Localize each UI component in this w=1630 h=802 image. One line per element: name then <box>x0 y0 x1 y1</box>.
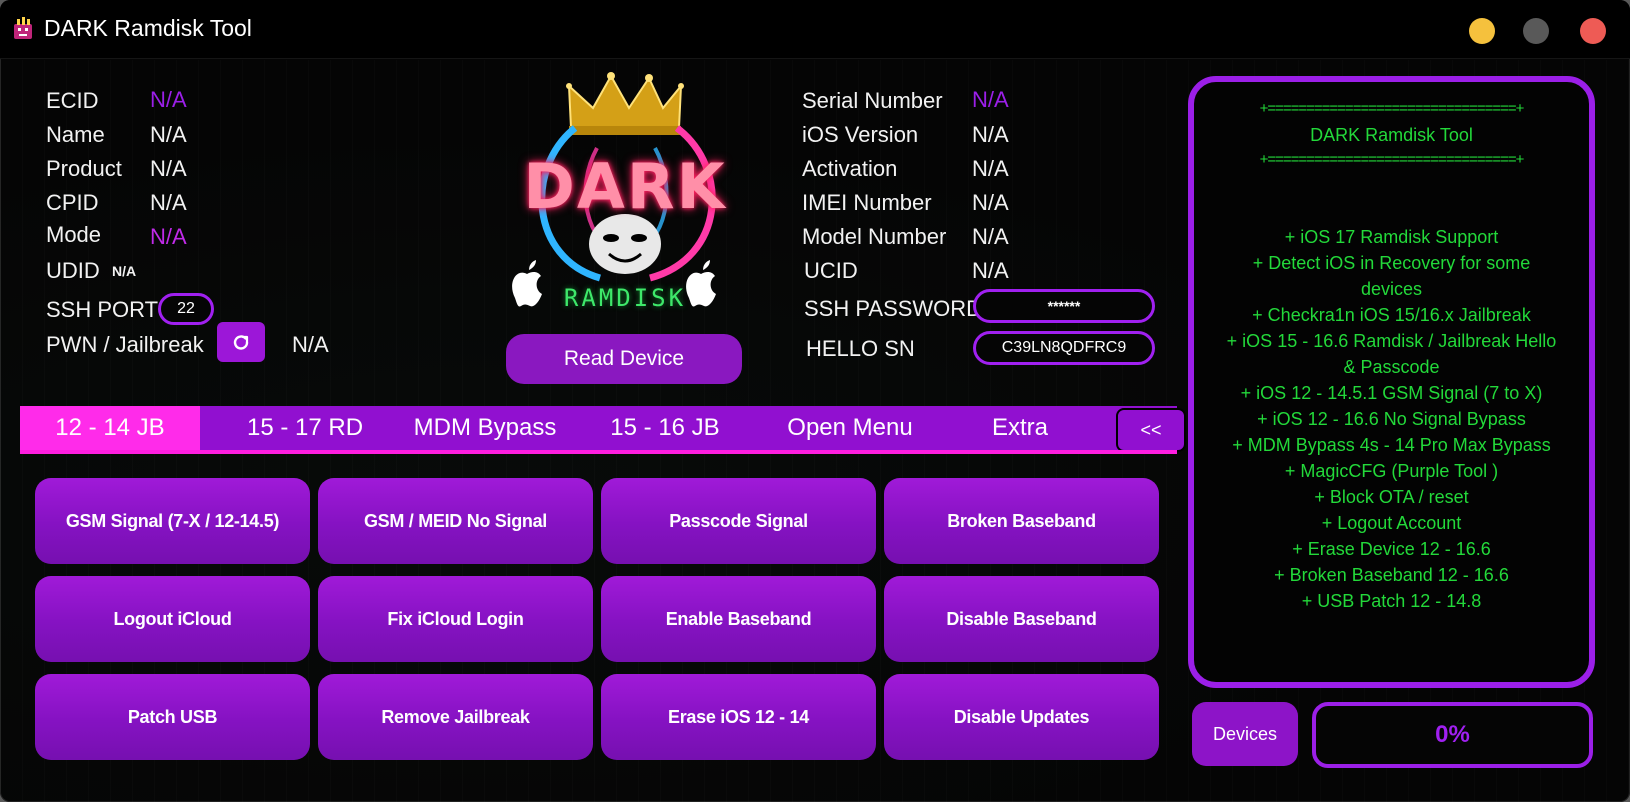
serial-number-value: N/A <box>972 87 1009 112</box>
ucid-label: UCID <box>804 258 858 283</box>
udid-value: N/A <box>112 263 137 279</box>
read-device-button[interactable]: Read Device <box>506 334 742 384</box>
ecid-label: ECID <box>46 88 99 113</box>
log-line: + Erase Device 12 - 16.6 <box>1292 539 1491 559</box>
product-label: Product <box>46 156 122 181</box>
log-title: DARK Ramdisk Tool <box>1310 125 1473 145</box>
model-number-value: N/A <box>972 224 1009 249</box>
product-value: N/A <box>150 156 187 181</box>
ucid-value: N/A <box>972 258 1009 283</box>
tab-underline <box>20 450 1177 454</box>
crown-icon <box>566 72 684 135</box>
ssh-port-label: SSH PORT <box>46 297 159 322</box>
udid-label: UDID <box>46 258 100 283</box>
ios-version-value: N/A <box>972 122 1009 147</box>
pwn-jailbreak-value: N/A <box>292 332 329 357</box>
logo: DARK RAMDISK <box>505 68 745 326</box>
model-number-label: Model Number <box>802 224 947 249</box>
log-line: + iOS 12 - 14.5.1 GSM Signal (7 to X) <box>1240 383 1543 403</box>
close-button[interactable] <box>1580 18 1606 44</box>
log-line: + MDM Bypass 4s - 14 Pro Max Bypass <box>1232 435 1551 455</box>
broken-baseband-button[interactable]: Broken Baseband <box>884 478 1159 564</box>
imei-number-value: N/A <box>972 190 1009 215</box>
tab-open-menu[interactable]: Open Menu <box>750 406 950 450</box>
maximize-button[interactable] <box>1523 18 1549 44</box>
log-line: + iOS 12 - 16.6 No Signal Bypass <box>1257 409 1526 429</box>
tab-15-16-jb[interactable]: 15 - 16 JB <box>580 406 750 450</box>
log-line: + Block OTA / reset <box>1314 487 1469 507</box>
log-panel: +================================+ DARK … <box>1188 76 1595 688</box>
log-line: + iOS 17 Ramdisk Support <box>1284 227 1499 247</box>
ios-version-label: iOS Version <box>802 122 919 147</box>
log-line: + Checkra1n iOS 15/16.x Jailbreak <box>1252 305 1531 325</box>
devices-button[interactable]: Devices <box>1192 702 1298 766</box>
imei-number-label: IMEI Number <box>802 190 932 215</box>
mode-label: Mode <box>46 222 102 247</box>
ssh-port-field[interactable]: 22 <box>158 293 214 325</box>
log-line: devices <box>1360 279 1423 299</box>
log-line: + Detect iOS in Recovery for some <box>1252 253 1531 273</box>
progress-indicator: 0% <box>1312 702 1593 768</box>
log-line: + MagicCFG (Purple Tool ) <box>1284 461 1499 481</box>
serial-number-label: Serial Number <box>802 88 943 113</box>
minimize-button[interactable] <box>1469 18 1495 44</box>
fix-icloud-login-button[interactable]: Fix iCloud Login <box>318 576 593 662</box>
name-label: Name <box>46 122 105 147</box>
log-line: + Broken Baseband 12 - 16.6 <box>1274 565 1509 585</box>
tab-bar: 12 - 14 JB 15 - 17 RD MDM Bypass 15 - 16… <box>20 406 1186 454</box>
ssh-password-label: SSH PASSWORD <box>804 296 983 321</box>
gsm-signal-button[interactable]: GSM Signal (7-X / 12-14.5) <box>35 478 310 564</box>
cpid-label: CPID <box>46 190 99 215</box>
erase-ios-button[interactable]: Erase iOS 12 - 14 <box>601 674 876 760</box>
passcode-signal-button[interactable]: Passcode Signal <box>601 478 876 564</box>
progress-label: 0% <box>1435 721 1470 748</box>
pwn-jailbreak-label: PWN / Jailbreak <box>46 332 204 357</box>
ssh-password-field[interactable]: ****** <box>973 289 1155 323</box>
hello-sn-field[interactable]: C39LN8QDFRC9 <box>973 331 1155 365</box>
pwn-refresh-button[interactable] <box>217 322 265 362</box>
name-value: N/A <box>150 122 187 147</box>
remove-jailbreak-button[interactable]: Remove Jailbreak <box>318 674 593 760</box>
disable-updates-button[interactable]: Disable Updates <box>884 674 1159 760</box>
log-line: & Passcode <box>1343 357 1440 377</box>
collapse-tabs-button[interactable]: << <box>1116 408 1186 452</box>
window-title: DARK Ramdisk Tool <box>44 15 252 41</box>
app-window: DARK Ramdisk Tool ECID N/A Name N/A Prod… <box>0 0 1630 802</box>
hello-sn-label: HELLO SN <box>806 336 915 361</box>
enable-baseband-button[interactable]: Enable Baseband <box>601 576 876 662</box>
patch-usb-button[interactable]: Patch USB <box>35 674 310 760</box>
refresh-icon <box>233 335 249 350</box>
logo-subtitle: RAMDISK <box>563 284 687 312</box>
log-separator-top: +================================+ <box>1259 100 1525 117</box>
log-line: + USB Patch 12 - 14.8 <box>1301 591 1482 611</box>
tab-15-17-rd[interactable]: 15 - 17 RD <box>220 406 390 450</box>
ecid-value: N/A <box>150 87 187 112</box>
log-line: + Logout Account <box>1321 513 1462 533</box>
logout-icloud-button[interactable]: Logout iCloud <box>35 576 310 662</box>
disable-baseband-button[interactable]: Disable Baseband <box>884 576 1159 662</box>
activation-label: Activation <box>802 156 898 181</box>
mode-value: N/A <box>150 224 187 249</box>
tab-extra[interactable]: Extra <box>950 406 1090 450</box>
tab-mdm-bypass[interactable]: MDM Bypass <box>390 406 580 450</box>
log-separator-bottom: +================================+ <box>1259 151 1525 168</box>
log-line: + iOS 15 - 16.6 Ramdisk / Jailbreak Hell… <box>1226 331 1557 351</box>
app-icon <box>14 17 32 39</box>
cpid-value: N/A <box>150 190 187 215</box>
logo-title: DARK <box>523 150 727 223</box>
gsm-meid-no-signal-button[interactable]: GSM / MEID No Signal <box>318 478 593 564</box>
tab-12-14-jb[interactable]: 12 - 14 JB <box>20 406 200 450</box>
activation-value: N/A <box>972 156 1009 181</box>
title-bar: DARK Ramdisk Tool <box>0 0 1630 59</box>
